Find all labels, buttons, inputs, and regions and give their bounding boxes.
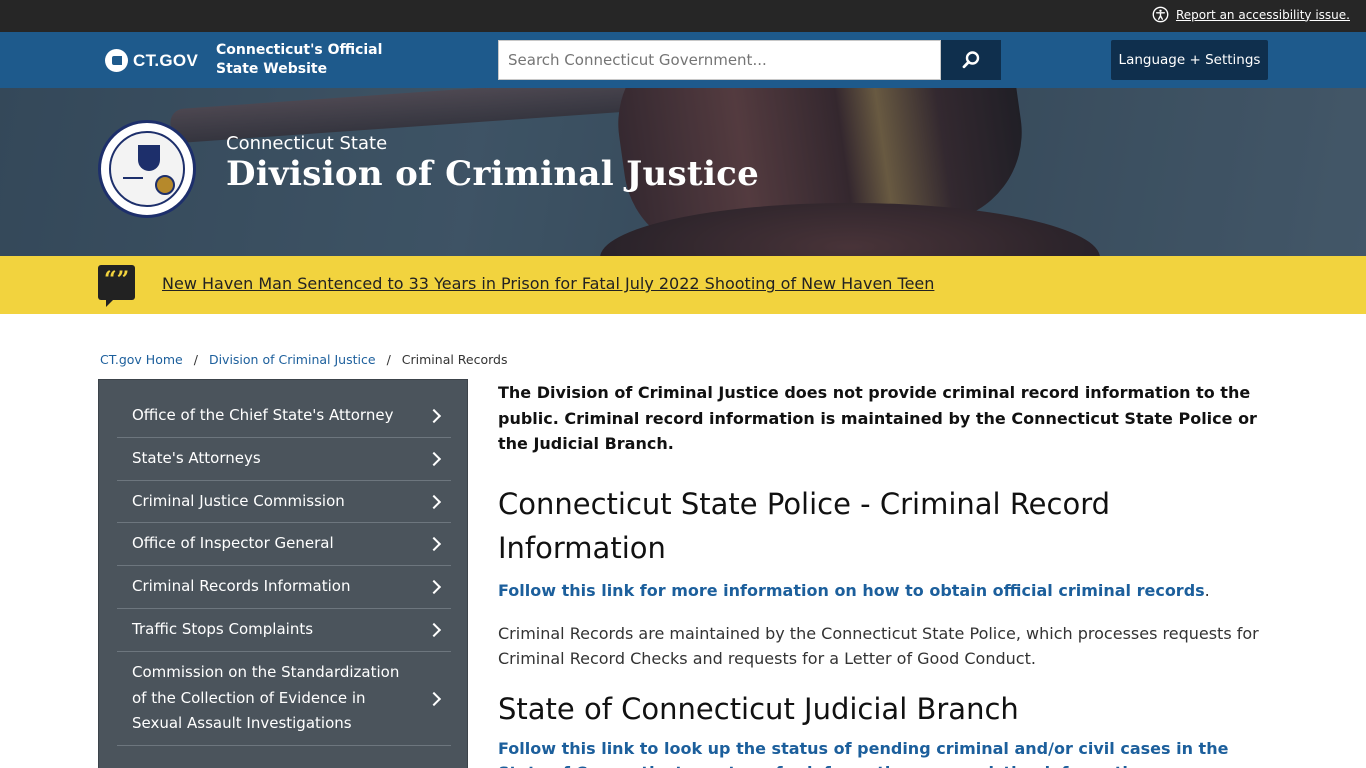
utility-bar: Report an accessibility issue. (0, 0, 1366, 32)
sidebar-item-inspector-general[interactable]: Office of Inspector General (117, 523, 451, 566)
section-heading-judicial-branch: State of Connecticut Judicial Branch (498, 691, 1019, 726)
seal-scale-icon (123, 177, 143, 191)
state-police-link-paragraph: Follow this link for more information on… (498, 578, 1278, 603)
judicial-link-paragraph: Follow this link to look up the status o… (498, 737, 1278, 768)
sidebar-item-label: Office of Inspector General (132, 534, 334, 553)
quote-bubble-icon: “” (98, 265, 135, 307)
chevron-right-icon (426, 494, 442, 509)
breadcrumb: CT.gov Home / Division of Criminal Justi… (100, 352, 508, 367)
breadcrumb-separator: / (386, 352, 391, 367)
breadcrumb-agency[interactable]: Division of Criminal Justice (209, 352, 376, 367)
search-button[interactable] (941, 40, 1001, 80)
accessibility-link-text[interactable]: Report an accessibility issue. (1176, 8, 1350, 22)
news-alert-link[interactable]: New Haven Man Sentenced to 33 Years in P… (162, 274, 934, 293)
state-police-records-link[interactable]: Follow this link for more information on… (498, 581, 1205, 600)
sidebar-item-label: Traffic Stops Complaints (132, 620, 314, 639)
sidebar-item-criminal-records-information[interactable]: Criminal Records Information (117, 566, 451, 609)
chevron-right-icon (426, 691, 442, 706)
accessibility-report-link[interactable]: Report an accessibility issue. (1152, 6, 1350, 23)
seal-inner (109, 131, 185, 207)
search-input[interactable] (498, 40, 941, 80)
search-icon (962, 51, 980, 69)
agency-title[interactable]: Division of Criminal Justice (226, 154, 759, 194)
state-police-description: Criminal Records are maintained by the C… (498, 623, 1259, 668)
chevron-right-icon (426, 536, 442, 552)
language-settings-button[interactable]: Language + Settings (1111, 40, 1268, 80)
sidebar-item-label: Commission on the Standardization of the… (132, 663, 400, 733)
quote-glyph: “” (104, 267, 130, 293)
judicial-case-lookup-link[interactable]: Follow this link to look up the status o… (498, 739, 1228, 768)
news-alert-strip: “” New Haven Man Sentenced to 33 Years i… (0, 256, 1366, 314)
sidebar-nav: Office of the Chief State's Attorney Sta… (98, 379, 468, 768)
official-line-2: State Website (216, 61, 328, 77)
section-heading-state-police: Connecticut State Police - Criminal Reco… (498, 486, 1111, 565)
sidebar-item-chief-states-attorney[interactable]: Office of the Chief State's Attorney (117, 395, 451, 438)
agency-banner: Connecticut State Division of Criminal J… (0, 88, 1366, 256)
ctgov-logo-text: CT.GOV (133, 50, 199, 70)
breadcrumb-current: Criminal Records (401, 352, 508, 367)
sidebar-item-label: State's Attorneys (132, 449, 261, 468)
chevron-right-icon (426, 408, 442, 424)
agency-subtitle: Connecticut State (226, 133, 388, 154)
sidebar-item-label: Criminal Records Information (132, 577, 351, 596)
chevron-right-icon (426, 451, 442, 467)
chevron-right-icon (426, 622, 442, 638)
official-line-1: Connecticut's Official (216, 42, 383, 58)
seal-shield-icon (138, 145, 160, 171)
link-suffix: . (1204, 580, 1210, 600)
sidebar-item-criminal-justice-commission[interactable]: Criminal Justice Commission (117, 481, 451, 523)
intro-notice: The Division of Criminal Justice does no… (498, 383, 1257, 453)
breadcrumb-home[interactable]: CT.gov Home (100, 352, 183, 367)
sidebar-item-traffic-stops-complaints[interactable]: Traffic Stops Complaints (117, 609, 451, 652)
chevron-right-icon (426, 579, 442, 595)
ctgov-header: CT.GOV Connecticut's Official State Webs… (0, 32, 1366, 88)
sidebar-item-label: Office of the Chief State's Attorney (132, 406, 394, 425)
main-content: The Division of Criminal Justice does no… (498, 380, 1278, 768)
seal-badge-icon (155, 175, 175, 195)
sidebar-item-states-attorneys[interactable]: State's Attorneys (117, 438, 451, 481)
sidebar-item-evidence-standardization-commission[interactable]: Commission on the Standardization of the… (117, 652, 451, 746)
ctgov-logo[interactable]: CT.GOV (105, 49, 198, 72)
official-website-label: Connecticut's Official State Website (216, 41, 386, 79)
breadcrumb-separator: / (193, 352, 198, 367)
ctgov-logo-icon (105, 49, 128, 72)
sidebar-item-label: Criminal Justice Commission (132, 491, 345, 510)
agency-seal-icon[interactable] (98, 120, 196, 218)
accessibility-icon (1152, 6, 1169, 23)
